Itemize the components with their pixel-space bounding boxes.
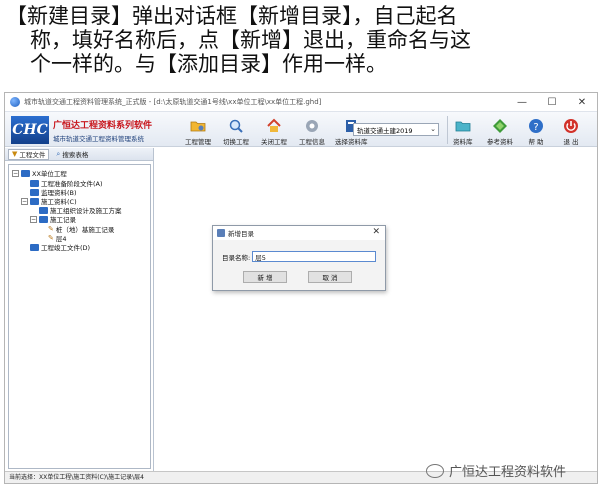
power-icon (563, 118, 579, 134)
magnifier-icon (228, 118, 244, 134)
pencil-icon: ✎ (48, 225, 54, 233)
caption-line: 个一样的。与【添加目录】作用一样。 (30, 52, 387, 76)
tree-node[interactable]: 工程竣工文件(D) (30, 242, 90, 252)
book-icon (30, 179, 39, 187)
sidebar-tabs: ▼ 工程文件 ⌕ 搜索表格 (5, 148, 153, 161)
book-icon (30, 197, 39, 205)
switch-project-label: 切换工程 (223, 138, 249, 146)
watermark: 广恒达工程资料软件 (426, 461, 566, 480)
window-title: 城市轨道交通工程资料管理系统_正式版 - [d:\太原轨道交通1号线\xx单位工… (24, 98, 322, 106)
chevron-down-icon: ⌄ (430, 125, 436, 133)
directory-name-label: 目录名称: (222, 253, 251, 262)
close-icon[interactable]: ✕ (372, 227, 380, 237)
svg-text:?: ? (533, 122, 538, 133)
question-icon: ? (528, 118, 544, 134)
logo-subtitle: 城市轨道交通工程资料管理系统 (53, 134, 144, 143)
close-project-label: 关闭工程 (261, 138, 287, 146)
caption: 【新建目录】弹出对话框【新增目录】，自己起名 称，填好名称后，点【新增】退出，重… (6, 4, 602, 76)
dialog-title: 新增目录 (228, 230, 254, 238)
directory-name-row: 目录名称: (222, 251, 377, 262)
brand-logo: CHC 广恒达工程资料系列软件 城市轨道交通工程资料管理系统 (11, 114, 169, 146)
workspace (155, 148, 597, 472)
switch-project-button[interactable]: 切换工程 (223, 114, 249, 146)
dialog-title-bar: 新增目录 ✕ (213, 226, 385, 240)
project-manage-label: 工程管理 (185, 138, 211, 146)
book-icon (30, 188, 39, 196)
sidebar: ▼ 工程文件 ⌕ 搜索表格 − XX单位工程 工程准备阶段文件(A) 监理资料(… (5, 148, 154, 472)
app-icon (10, 97, 20, 107)
caption-line: 称，填好名称后，点【新增】退出，重命名与这 (30, 28, 471, 52)
collapse-icon[interactable]: − (30, 215, 37, 223)
project-tree: − XX单位工程 工程准备阶段文件(A) 监理资料(B) − 施工资料(C) 施… (8, 164, 151, 469)
tree-node-label: 工程竣工文件(D) (41, 244, 91, 252)
minimize-button[interactable]: — (507, 93, 537, 111)
directory-name-input[interactable] (252, 251, 377, 262)
folder-gear-icon (190, 118, 206, 134)
add-button[interactable]: 新 增 (243, 271, 287, 283)
tree-node[interactable]: − XX单位工程 (12, 168, 67, 178)
project-info-button[interactable]: 工程信息 (299, 114, 325, 146)
wechat-icon (426, 463, 444, 478)
search-icon: ⌕ (56, 149, 61, 158)
reference-button[interactable]: 参考资料 (487, 114, 513, 146)
tab-label: 工程文件 (19, 151, 46, 159)
close-project-button[interactable]: 关闭工程 (261, 114, 287, 146)
logo-name: 广恒达工程资料系列软件 (53, 120, 153, 131)
folder-icon (455, 118, 471, 134)
diamond-icon (492, 118, 508, 134)
book-icon (21, 169, 30, 177)
resource-library-button[interactable]: 资料库 (453, 114, 473, 146)
project-manage-button[interactable]: 工程管理 (185, 114, 211, 146)
caption-line: 【新建目录】弹出对话框【新增目录】，自己起名 (6, 4, 458, 28)
book-icon (30, 243, 39, 251)
main-toolbar: CHC 广恒达工程资料系列软件 城市轨道交通工程资料管理系统 工程管理 切换工程… (5, 111, 597, 147)
project-info-label: 工程信息 (299, 138, 325, 146)
resource-library-label: 资料库 (453, 138, 473, 146)
tab-label: 搜索表格 (62, 151, 89, 159)
library-select-value: 轨道交通土建2019 (357, 126, 413, 135)
dialog-icon (217, 229, 225, 237)
tab-project-files[interactable]: ▼ 工程文件 (8, 148, 50, 160)
select-library-label: 选择资料库 (335, 138, 368, 146)
library-select[interactable]: 轨道交通土建2019 ⌄ (353, 123, 439, 136)
help-label: 帮 助 (528, 138, 544, 146)
book-icon (39, 206, 48, 214)
pencil-icon: ✎ (48, 234, 54, 242)
gear-icon (304, 118, 320, 134)
help-button[interactable]: ? 帮 助 (528, 114, 544, 146)
collapse-icon[interactable]: − (12, 169, 19, 177)
tab-search-forms[interactable]: ⌕ 搜索表格 (53, 149, 91, 160)
collapse-icon[interactable]: − (21, 197, 28, 205)
exit-button[interactable]: 退 出 (563, 114, 579, 146)
logo-mark: CHC (11, 116, 49, 144)
toolbar-divider (447, 116, 448, 144)
book-icon (39, 215, 48, 223)
watermark-text: 广恒达工程资料软件 (449, 465, 567, 480)
reference-label: 参考资料 (487, 138, 513, 146)
title-bar: 城市轨道交通工程资料管理系统_正式版 - [d:\太原轨道交通1号线\xx单位工… (5, 93, 597, 111)
cancel-button[interactable]: 取 消 (308, 271, 352, 283)
folder-icon: ▼ (12, 150, 18, 158)
window-controls: — ☐ ✕ (507, 93, 597, 111)
new-directory-dialog: 新增目录 ✕ 目录名称: 新 增 取 消 (212, 225, 386, 291)
house-icon (266, 118, 282, 134)
close-window-button[interactable]: ✕ (567, 93, 597, 111)
tree-node-label: 施工记录 (50, 216, 76, 224)
tree-node-label: XX单位工程 (32, 170, 67, 178)
tree-node[interactable]: − 施工记录 (30, 214, 76, 224)
maximize-button[interactable]: ☐ (537, 93, 567, 111)
exit-label: 退 出 (563, 138, 579, 146)
